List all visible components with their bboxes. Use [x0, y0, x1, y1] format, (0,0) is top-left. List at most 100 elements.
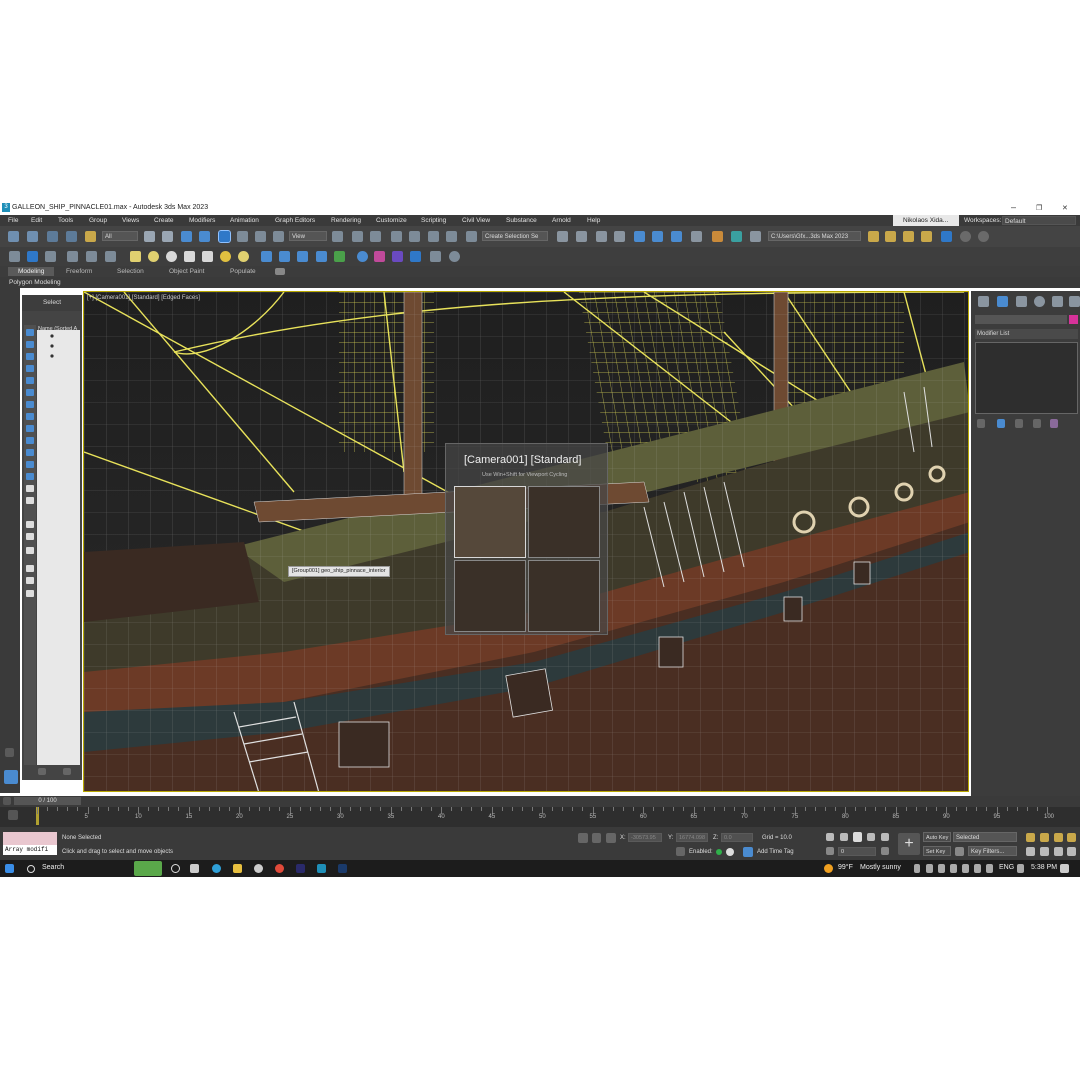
open-explorer-icon[interactable]: [868, 231, 879, 242]
menu-substance[interactable]: Substance: [506, 217, 537, 224]
torus-icon[interactable]: [238, 251, 249, 262]
helper-icon[interactable]: [105, 251, 116, 262]
select-object-icon[interactable]: [144, 231, 155, 242]
modifier-stack[interactable]: [975, 342, 1078, 414]
menu-customize[interactable]: Customize: [376, 217, 407, 224]
project-icon[interactable]: [921, 231, 932, 242]
align-icon[interactable]: [576, 231, 587, 242]
make-unique-icon[interactable]: [1015, 419, 1023, 428]
display-children-icon[interactable]: [26, 577, 34, 584]
cylinder-icon[interactable]: [184, 251, 195, 262]
menu-rendering[interactable]: Rendering: [331, 217, 361, 224]
motion-tab-icon[interactable]: [1034, 296, 1045, 307]
scene-explorer-icon[interactable]: [596, 231, 607, 242]
autodesk-icon[interactable]: [960, 231, 971, 242]
filter-cameras-icon[interactable]: [26, 365, 34, 372]
display-invert-icon[interactable]: [26, 497, 34, 504]
filter-shapes-icon[interactable]: [26, 341, 34, 348]
zoom-extents-icon[interactable]: [1054, 833, 1063, 842]
scroll-left-icon[interactable]: [38, 768, 46, 775]
maxscript-input[interactable]: Array modifi: [3, 845, 57, 855]
notifications-icon[interactable]: [1060, 864, 1069, 873]
file-explorer-icon[interactable]: [233, 864, 242, 873]
spinner-snap-icon[interactable]: [446, 231, 457, 242]
select-header[interactable]: Select: [22, 295, 82, 311]
display-layers-icon[interactable]: [26, 590, 34, 597]
snaps-toggle-icon[interactable]: [391, 231, 402, 242]
assets-icon[interactable]: [941, 231, 952, 242]
rect-selection-icon[interactable]: [181, 231, 192, 242]
viewport-label[interactable]: [+] [Camera001] [Standard] [Edged Faces]: [87, 295, 200, 301]
after-effects-icon[interactable]: [296, 864, 305, 873]
filter-icon[interactable]: [26, 565, 34, 572]
bind-spacewarp-icon[interactable]: [85, 231, 96, 242]
language-indicator[interactable]: ENG: [999, 864, 1014, 871]
select-manipulate-icon[interactable]: [352, 231, 363, 242]
menu-arnold[interactable]: Arnold: [552, 217, 571, 224]
edge-icon[interactable]: [212, 864, 221, 873]
field-of-view-icon[interactable]: [1026, 847, 1035, 856]
viewport-thumbnail[interactable]: [454, 486, 526, 558]
globe-icon[interactable]: [357, 251, 368, 262]
user-account-dropdown[interactable]: Nikolaos Xida...: [893, 215, 959, 226]
tray-app-icon[interactable]: [1017, 864, 1024, 873]
workspaces-dropdown[interactable]: Default: [1002, 216, 1076, 225]
weather-desc[interactable]: Mostly sunny: [860, 864, 901, 871]
pivot-center-icon[interactable]: [332, 231, 343, 242]
material-editor-icon[interactable]: [691, 231, 702, 242]
zoom-extents-all-icon[interactable]: [1067, 833, 1076, 842]
scene-object-list[interactable]: [37, 330, 80, 765]
add-time-tag-button[interactable]: Add Time Tag: [757, 849, 794, 855]
camera-icon[interactable]: [86, 251, 97, 262]
box-icon[interactable]: [130, 251, 141, 262]
filter-spacewarps-icon[interactable]: [26, 389, 34, 396]
select-move-icon[interactable]: [218, 230, 231, 243]
adaptive-degradation-icon[interactable]: [676, 847, 685, 856]
key-filter-icon[interactable]: [955, 847, 964, 856]
teapot-icon[interactable]: [27, 251, 38, 262]
filter-xrefs-icon[interactable]: [26, 413, 34, 420]
undo-icon[interactable]: [8, 231, 19, 242]
ribbon-options-icon[interactable]: [275, 268, 285, 275]
filter-frozen-icon[interactable]: [26, 449, 34, 456]
utilities-tab-icon[interactable]: [1069, 296, 1080, 307]
slider-prev-icon[interactable]: [3, 797, 11, 805]
enabled-toggle-icon[interactable]: [726, 848, 734, 856]
shape-icon[interactable]: [279, 251, 290, 262]
eye-icon[interactable]: [9, 251, 20, 262]
unlink-icon[interactable]: [66, 231, 77, 242]
photoshop-icon[interactable]: [338, 864, 347, 873]
modify-tab-icon[interactable]: [997, 296, 1008, 307]
modifier-list-dropdown[interactable]: Modifier List: [975, 329, 1078, 339]
geosphere-icon[interactable]: [166, 251, 177, 262]
remove-modifier-icon[interactable]: [1033, 419, 1041, 428]
menu-help[interactable]: Help: [587, 217, 600, 224]
task-view-icon[interactable]: [190, 864, 199, 873]
configure-sets-icon[interactable]: [1050, 419, 1058, 428]
time-slider[interactable]: 0 / 100: [0, 796, 1080, 807]
taskbar-search[interactable]: Search: [42, 864, 64, 871]
network-icon[interactable]: [974, 864, 981, 873]
frame-counter[interactable]: 0 / 100: [14, 797, 81, 805]
x-coord-field[interactable]: -30573.95: [628, 833, 662, 842]
folder-icon[interactable]: [885, 231, 896, 242]
schematic-view-icon[interactable]: [671, 231, 682, 242]
pan-icon[interactable]: [1040, 847, 1049, 856]
expand-arrow-icon[interactable]: [5, 748, 14, 757]
set-key-button[interactable]: Set Key: [923, 846, 951, 856]
foliage-icon[interactable]: [334, 251, 345, 262]
rendered-frame-icon[interactable]: [731, 231, 742, 242]
close-button[interactable]: ✕: [1062, 204, 1068, 212]
menu-scripting[interactable]: Scripting: [421, 217, 446, 224]
select-scale-icon[interactable]: [255, 231, 266, 242]
viewport-thumbnail[interactable]: [528, 486, 600, 558]
viewport-thumbnail[interactable]: [528, 560, 600, 632]
hierarchy-tab-icon[interactable]: [1016, 296, 1027, 307]
goto-start-icon[interactable]: [826, 833, 834, 841]
create-tab-icon[interactable]: [978, 296, 989, 307]
sync-icon[interactable]: [978, 231, 989, 242]
key-filters-button[interactable]: Key Filters...: [968, 846, 1017, 856]
arnold-icon[interactable]: [374, 251, 385, 262]
lock-cell-icon[interactable]: [26, 533, 34, 540]
weather-icon[interactable]: [824, 864, 833, 873]
